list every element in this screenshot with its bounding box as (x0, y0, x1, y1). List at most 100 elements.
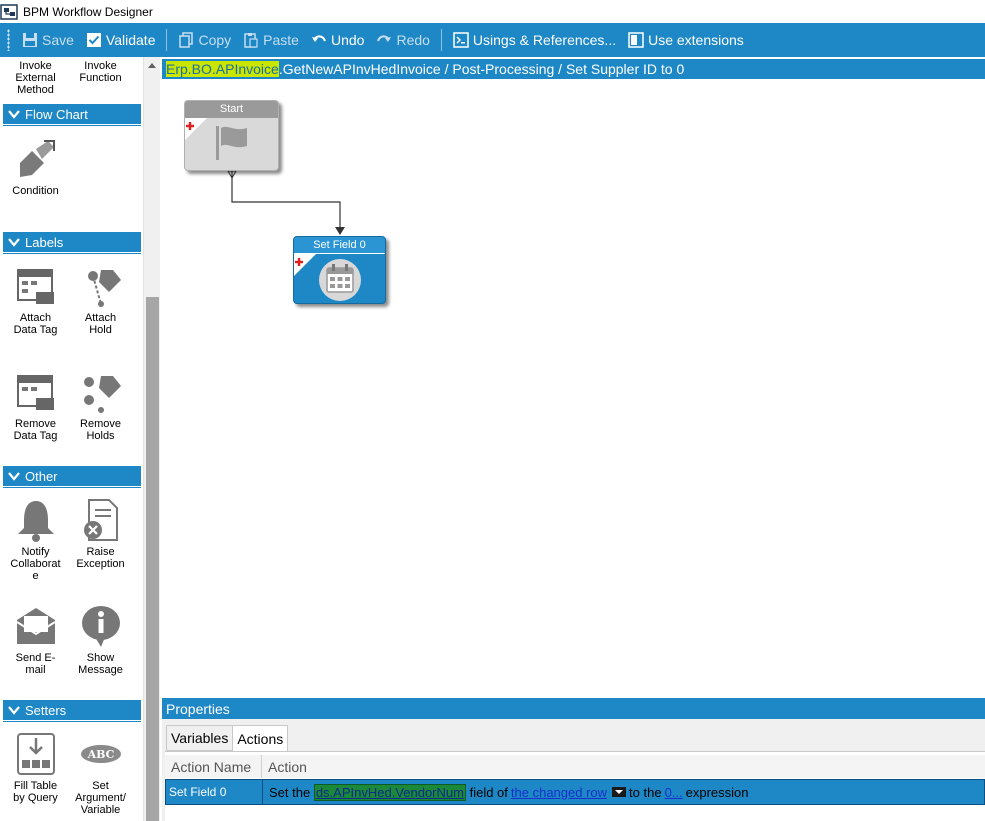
undo-button[interactable]: Undo (305, 27, 370, 53)
tool-label: Send E- mail (15, 652, 56, 676)
tool-invoke-function[interactable]: Invoke Function (68, 60, 133, 84)
tab-actions[interactable]: Actions (232, 725, 289, 752)
usings-label: Usings & References... (472, 32, 617, 48)
tool-label: Set Argument/ Variable (75, 780, 126, 816)
group-header-setters[interactable]: Setters (3, 700, 141, 722)
tool-notify-collaborate[interactable]: Notify Collaborat e (3, 498, 68, 582)
toolbox-panel: Invoke External Method Invoke Function F… (0, 57, 143, 821)
value-link[interactable]: 0... (665, 785, 683, 800)
scroll-up-arrow-icon[interactable] (146, 60, 158, 72)
tool-send-email[interactable]: Send E- mail (3, 604, 68, 676)
tool-remove-data-tag[interactable]: Remove Data Tag (3, 370, 68, 442)
app-icon (0, 3, 18, 20)
tool-label: Invoke External Method (15, 60, 56, 96)
group-header-other[interactable]: Other (3, 466, 141, 488)
workflow-canvas[interactable] (162, 57, 985, 697)
group-title: Setters (25, 702, 67, 718)
tool-condition[interactable]: Condition (3, 137, 68, 197)
tool-remove-holds[interactable]: Remove Holds (68, 370, 133, 442)
bell-icon (17, 501, 54, 542)
redo-label: Redo (396, 32, 430, 48)
group-title: Labels (25, 234, 64, 250)
tool-label: Fill Table by Query (13, 780, 58, 804)
node-title: Set Field 0 (294, 237, 385, 254)
tab-variables[interactable]: Variables (166, 725, 234, 751)
group-header-flowchart[interactable]: Flow Chart (3, 104, 141, 126)
abc-icon: ABC (80, 745, 121, 763)
tool-invoke-external-method[interactable]: Invoke External Method (3, 60, 68, 96)
save-button[interactable]: Save (16, 27, 80, 53)
extensions-label: Use extensions (648, 32, 744, 48)
group-header-labels[interactable]: Labels (3, 232, 141, 254)
group-title: Other (25, 468, 58, 484)
chevron-down-icon (8, 238, 20, 247)
validate-button[interactable]: Validate (80, 27, 162, 53)
tool-raise-exception[interactable]: Raise Exception (68, 498, 133, 570)
column-header-action[interactable]: Action (262, 755, 985, 778)
usings-references-button[interactable]: Usings & References... (447, 27, 622, 53)
raise-exception-icon (83, 499, 118, 541)
tool-attach-data-tag[interactable]: Attach Data Tag (3, 264, 68, 336)
action-text: Set the (269, 784, 311, 800)
tab-label: Variables (171, 730, 229, 746)
chevron-down-icon (8, 706, 20, 715)
row-link[interactable]: the changed row (511, 785, 607, 800)
paste-icon (244, 33, 258, 48)
scroll-thumb[interactable] (146, 297, 159, 821)
toolbar-grip[interactable] (7, 29, 10, 51)
save-label: Save (42, 32, 74, 48)
extensions-icon (628, 32, 644, 48)
tool-set-argument-variable[interactable]: ABC Set Argument/ Variable (68, 732, 133, 816)
use-extensions-button[interactable]: Use extensions (622, 27, 750, 53)
actions-grid: Action Name Action Set Field 0 Set the d… (165, 751, 985, 821)
chevron-down-icon (8, 472, 20, 481)
attach-hold-icon (87, 270, 121, 307)
tool-label: Attach Hold (84, 312, 117, 336)
tool-label: Invoke Function (79, 60, 122, 84)
properties-header: Properties (162, 698, 985, 719)
action-name-cell[interactable]: Set Field 0 (166, 780, 263, 804)
condition-icon (19, 140, 55, 177)
node-title: Start (185, 101, 278, 118)
row-dropdown-icon[interactable] (612, 787, 627, 797)
tool-fill-table-by-query[interactable]: Fill Table by Query (3, 732, 68, 804)
breadcrumb-path: .GetNewAPInvHedInvoice / Post-Processing… (278, 61, 685, 77)
copy-icon (179, 32, 194, 48)
validate-label: Validate (105, 32, 156, 48)
add-icon[interactable] (185, 118, 207, 140)
column-header-action-name[interactable]: Action Name (165, 755, 262, 778)
usings-icon (453, 32, 469, 48)
envelope-icon (15, 608, 56, 644)
column-label: Action Name (171, 758, 252, 775)
redo-button[interactable]: Redo (370, 27, 435, 53)
grid-header: Action Name Action (165, 755, 985, 778)
tool-label: Notify Collaborat e (10, 546, 61, 582)
breadcrumb-highlight: Erp.BO.APInvoice (166, 61, 279, 77)
undo-icon (311, 35, 326, 42)
copy-button[interactable]: Copy (172, 27, 237, 53)
group-title: Flow Chart (25, 106, 88, 122)
table-row[interactable]: Set Field 0 Set the ds.APInvHed.VendorNu… (165, 779, 985, 805)
toolbox-scrollbar[interactable] (143, 57, 160, 821)
remove-holds-icon (83, 376, 121, 413)
add-icon[interactable] (294, 254, 316, 276)
workflow-node-start[interactable]: Start (184, 100, 279, 171)
action-cell[interactable]: Set the ds.APInvHed.VendorNum field of t… (263, 780, 984, 804)
title-bar: BPM Workflow Designer (0, 0, 985, 23)
paste-button[interactable]: Paste (237, 27, 305, 53)
tool-attach-hold[interactable]: Attach Hold (68, 264, 133, 336)
copy-label: Copy (198, 32, 232, 48)
field-link[interactable]: ds.APInvHed.VendorNum (313, 783, 466, 801)
properties-title: Properties (166, 700, 230, 717)
tool-label: Condition (12, 185, 59, 197)
info-bubble-icon (81, 606, 120, 647)
tool-show-message[interactable]: Show Message (68, 604, 133, 676)
tool-label: Attach Data Tag (13, 312, 58, 336)
tool-label: Remove Data Tag (13, 418, 58, 442)
tab-label: Actions (237, 730, 284, 747)
column-label: Action (268, 758, 307, 775)
workflow-node-set-field[interactable]: Set Field 0 (293, 236, 386, 304)
fill-table-icon (16, 733, 55, 775)
chevron-down-icon (8, 110, 20, 119)
properties-tabs: Variables Actions (166, 725, 289, 752)
